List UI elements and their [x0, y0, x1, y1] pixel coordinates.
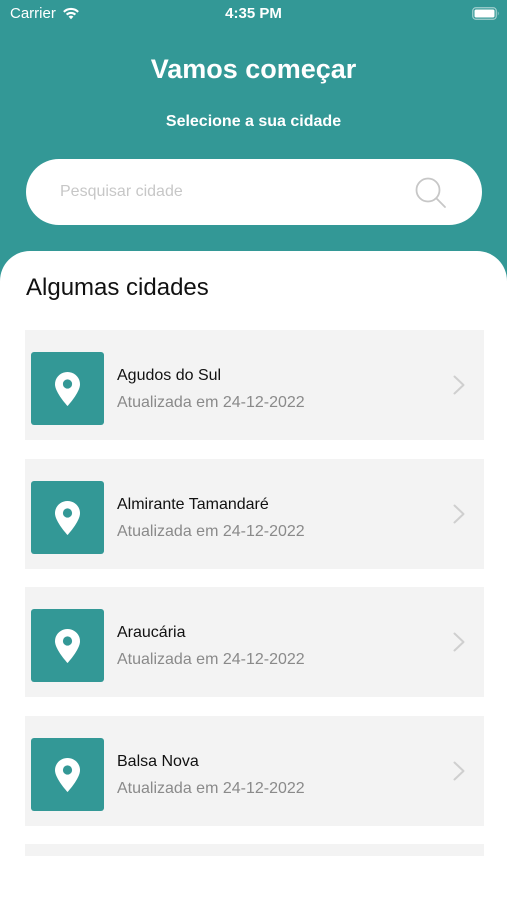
city-name: Araucária	[117, 624, 186, 641]
city-list-item[interactable]: Araucária Atualizada em 24-12-2022	[25, 587, 484, 697]
content-sheet: Algumas cidades Agudos do Sul Atualizada…	[0, 251, 507, 900]
page-subtitle: Selecione a sua cidade	[165, 113, 342, 130]
chevron-right-icon	[453, 632, 465, 652]
city-updated-date: Atualizada em 24-12-2022	[117, 394, 305, 411]
city-updated-date: Atualizada em 24-12-2022	[117, 651, 305, 668]
map-pin-icon	[55, 629, 80, 663]
city-list: Agudos do Sul Atualizada em 24-12-2022 A…	[25, 330, 484, 875]
city-pin-badge	[31, 480, 104, 554]
battery-icon	[472, 7, 499, 20]
search-bar[interactable]	[26, 159, 482, 225]
section-title: Algumas cidades	[26, 274, 209, 301]
search-input[interactable]	[60, 159, 400, 225]
map-pin-icon	[55, 372, 80, 406]
chevron-right-icon	[453, 375, 465, 395]
city-name: Almirante Tamandaré	[117, 495, 269, 513]
page-title: Vamos começar	[150, 54, 357, 84]
city-pin-badge	[31, 609, 104, 682]
city-updated-date: Atualizada em 24-12-2022	[117, 522, 305, 540]
city-pin-badge	[31, 352, 104, 425]
city-name: Balsa Nova	[117, 752, 199, 770]
search-icon[interactable]	[414, 176, 448, 210]
chevron-right-icon	[453, 504, 465, 523]
map-pin-icon	[55, 500, 80, 535]
city-name: Agudos do Sul	[117, 367, 222, 384]
status-bar: Carrier 4:35 PM	[0, 0, 507, 28]
city-list-item[interactable]: Agudos do Sul Atualizada em 24-12-2022	[25, 330, 484, 440]
city-pin-badge	[31, 737, 104, 811]
app-screen: Carrier 4:35 PM Vamos começar Selecione …	[0, 0, 507, 900]
map-pin-icon	[55, 757, 80, 792]
city-list-item[interactable]: Almirante Tamandaré Atualizada em 24-12-…	[25, 458, 484, 569]
city-list-item[interactable]: Balsa Nova Atualizada em 24-12-2022	[25, 715, 484, 826]
chevron-right-icon	[453, 761, 465, 780]
status-time: 4:35 PM	[225, 5, 282, 22]
city-updated-date: Atualizada em 24-12-2022	[117, 779, 305, 797]
city-list-item-partial[interactable]	[25, 844, 484, 856]
